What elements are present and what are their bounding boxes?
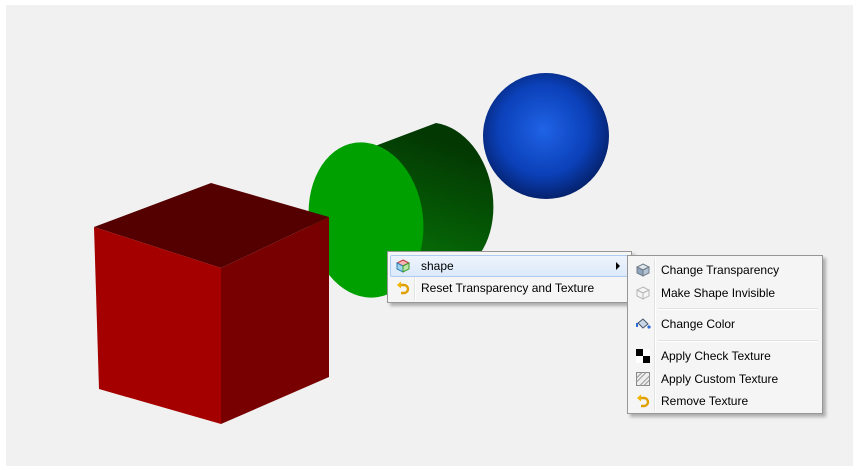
menu-item-make-invisible[interactable]: Make Shape Invisible [630,282,820,304]
checker-icon [635,348,651,364]
menu-item-label: Apply Custom Texture [661,372,779,386]
custom-texture-icon [635,371,651,387]
menu-item-shape[interactable]: shape [390,255,629,277]
undo-icon [635,393,651,409]
paint-bucket-icon [635,316,651,332]
menu-item-label: Reset Transparency and Texture [421,281,595,295]
menu-item-label: shape [421,259,454,273]
menu-item-label: Remove Texture [661,394,749,408]
cube[interactable] [94,183,329,424]
context-menu: shape Reset Transparency and Texture [387,251,632,303]
undo-icon [395,280,411,296]
menu-separator [658,308,818,310]
menu-item-label: Change Transparency [661,263,780,277]
menu-item-change-color[interactable]: Change Color [630,313,820,335]
menu-item-label: Change Color [661,317,736,331]
menu-item-label: Make Shape Invisible [661,286,776,300]
invisible-cube-icon [635,285,651,301]
shape-icon [395,258,411,274]
submenu-arrow-icon [616,262,620,270]
menu-item-apply-check-texture[interactable]: Apply Check Texture [630,345,820,367]
shape-submenu: Change Transparency Make Shape Invisible [627,255,823,414]
menu-separator [658,340,818,342]
sphere[interactable] [483,73,609,199]
3d-viewport[interactable]: shape Reset Transparency and Texture Cha… [6,5,853,466]
menu-item-change-transparency[interactable]: Change Transparency [630,259,820,281]
menu-item-label: Apply Check Texture [661,349,771,363]
menu-item-apply-custom-texture[interactable]: Apply Custom Texture [630,368,820,390]
menu-item-reset[interactable]: Reset Transparency and Texture [390,277,629,299]
menu-item-remove-texture[interactable]: Remove Texture [630,390,820,412]
transparency-cube-icon [635,262,651,278]
